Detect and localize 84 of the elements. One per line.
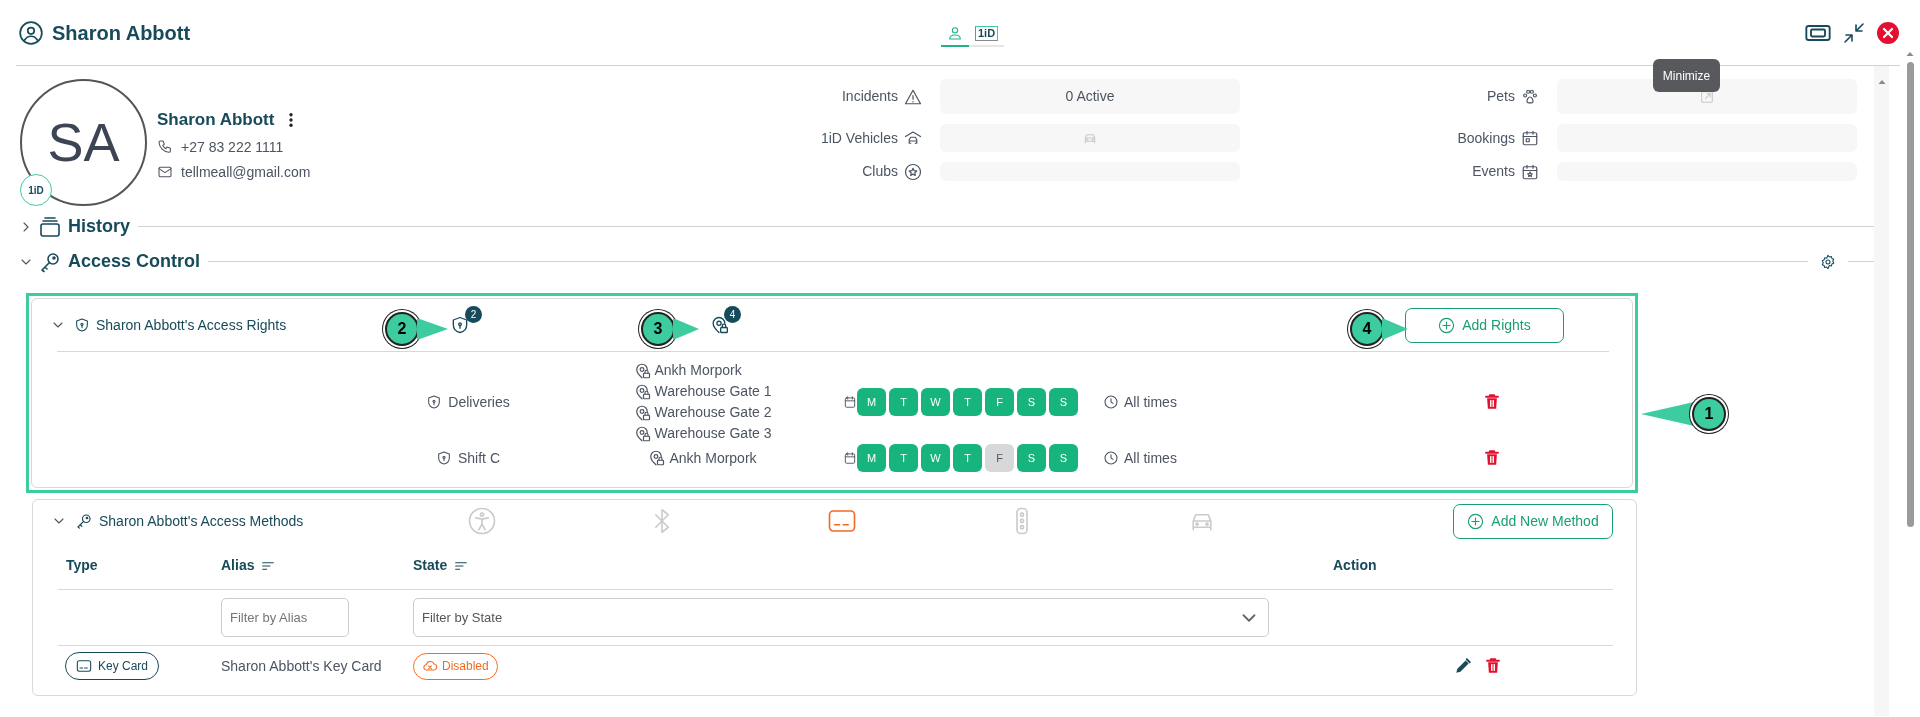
shield-icon <box>74 317 90 333</box>
location-name: Ankh Morpork <box>654 361 742 380</box>
plus-icon <box>1467 512 1485 530</box>
day-toggle[interactable]: F <box>985 444 1014 472</box>
stat-label: Clubs <box>862 162 898 181</box>
filter-dropdown[interactable]: Filter by State <box>413 598 1269 637</box>
card-icon <box>76 658 92 674</box>
shield-icon <box>436 450 452 466</box>
day-toggle[interactable]: T <box>953 388 982 416</box>
delete-icon[interactable] <box>1484 657 1502 675</box>
calendar-icon <box>843 451 857 465</box>
location-name: Warehouse Gate 1 <box>654 382 772 401</box>
column-header: State <box>413 556 448 575</box>
day-toggle[interactable]: M <box>857 444 886 472</box>
day-toggle[interactable]: F <box>985 388 1014 416</box>
panel-title: Sharon Abbott's Access Rights <box>96 315 287 335</box>
email-address: tellmeall@gmail.com <box>181 162 311 182</box>
time-label: All times <box>1124 392 1177 412</box>
filter-field[interactable]: Filter by Alias <box>221 598 349 637</box>
warning-icon <box>904 87 922 106</box>
clock-icon <box>1103 394 1119 410</box>
user-icon <box>18 19 44 46</box>
settings-icon[interactable] <box>1820 253 1836 270</box>
day-toggle[interactable]: T <box>889 388 918 416</box>
day-toggle[interactable]: S <box>1017 444 1046 472</box>
location-lock-icon <box>647 449 666 467</box>
mail-icon <box>157 164 173 180</box>
avatar-badge: 1iD <box>20 174 52 206</box>
location-name: Warehouse Gate 3 <box>654 424 772 443</box>
plus-icon <box>1438 316 1456 334</box>
stat-value: 0 Active <box>940 79 1240 114</box>
stat-label: Pets <box>1487 87 1515 106</box>
stat-label: 1iD Vehicles <box>820 128 898 148</box>
add-method-button[interactable]: Add New Method <box>1453 503 1613 539</box>
day-toggle[interactable]: T <box>953 444 982 472</box>
minimize-icon[interactable] <box>1842 20 1866 45</box>
delete-icon[interactable] <box>1483 393 1501 411</box>
stat-label: Events <box>1472 162 1515 181</box>
right-name: Deliveries <box>448 392 510 412</box>
shield-icon <box>426 394 443 410</box>
day-toggle[interactable]: S <box>1049 388 1078 416</box>
shield-icon <box>450 315 470 335</box>
close-icon[interactable] <box>1876 20 1900 45</box>
day-toggle[interactable]: W <box>921 388 950 416</box>
location-name: Warehouse Gate 2 <box>654 403 772 422</box>
column-header: Alias <box>221 556 255 575</box>
phone-number: +27 83 222 1111 <box>181 137 284 157</box>
oneid-tab[interactable]: 1iD <box>969 19 1005 47</box>
count-badge: 2 <box>465 306 482 323</box>
paw-icon <box>1521 87 1539 106</box>
calendar-icon <box>843 395 857 409</box>
key-icon <box>75 512 93 530</box>
column-header: Action <box>1333 556 1377 575</box>
profile-name: Sharon Abbott <box>157 109 275 131</box>
garage-icon <box>904 129 922 147</box>
right-name: Shift C <box>458 448 500 468</box>
time-label: All times <box>1124 448 1177 468</box>
count-badge: 4 <box>724 306 741 323</box>
tooltip: Minimize <box>1653 59 1720 92</box>
cloud-icon <box>422 658 438 674</box>
day-toggle[interactable]: M <box>857 388 886 416</box>
scrollbar-thumb[interactable] <box>1906 62 1914 527</box>
add-rights-button[interactable]: Add Rights <box>1405 307 1564 343</box>
day-toggle[interactable]: S <box>1017 388 1046 416</box>
calendar-icon <box>1521 129 1539 147</box>
location-name: Ankh Morpork <box>669 448 757 468</box>
stack-icon <box>38 214 62 239</box>
section-title[interactable]: Access Control <box>68 248 201 275</box>
alias-text: Sharon Abbott's Key Card <box>221 656 382 676</box>
person-icon <box>947 24 963 41</box>
clock-icon <box>1103 450 1119 466</box>
calendar-icon <box>1521 162 1539 181</box>
section-title[interactable]: History <box>68 213 130 240</box>
column-header: Type <box>66 556 98 575</box>
phone-icon <box>157 139 173 155</box>
stat-label: Incidents <box>841 87 898 106</box>
day-toggle[interactable]: S <box>1049 444 1078 472</box>
page-title: Sharon Abbott <box>52 20 191 46</box>
stat-label: Bookings <box>1457 128 1515 148</box>
delete-icon[interactable] <box>1483 449 1501 467</box>
day-toggle[interactable]: T <box>889 444 918 472</box>
day-toggle[interactable]: W <box>921 444 950 472</box>
panel-title: Sharon Abbott's Access Methods <box>99 511 304 531</box>
edit-icon[interactable] <box>1454 657 1472 675</box>
